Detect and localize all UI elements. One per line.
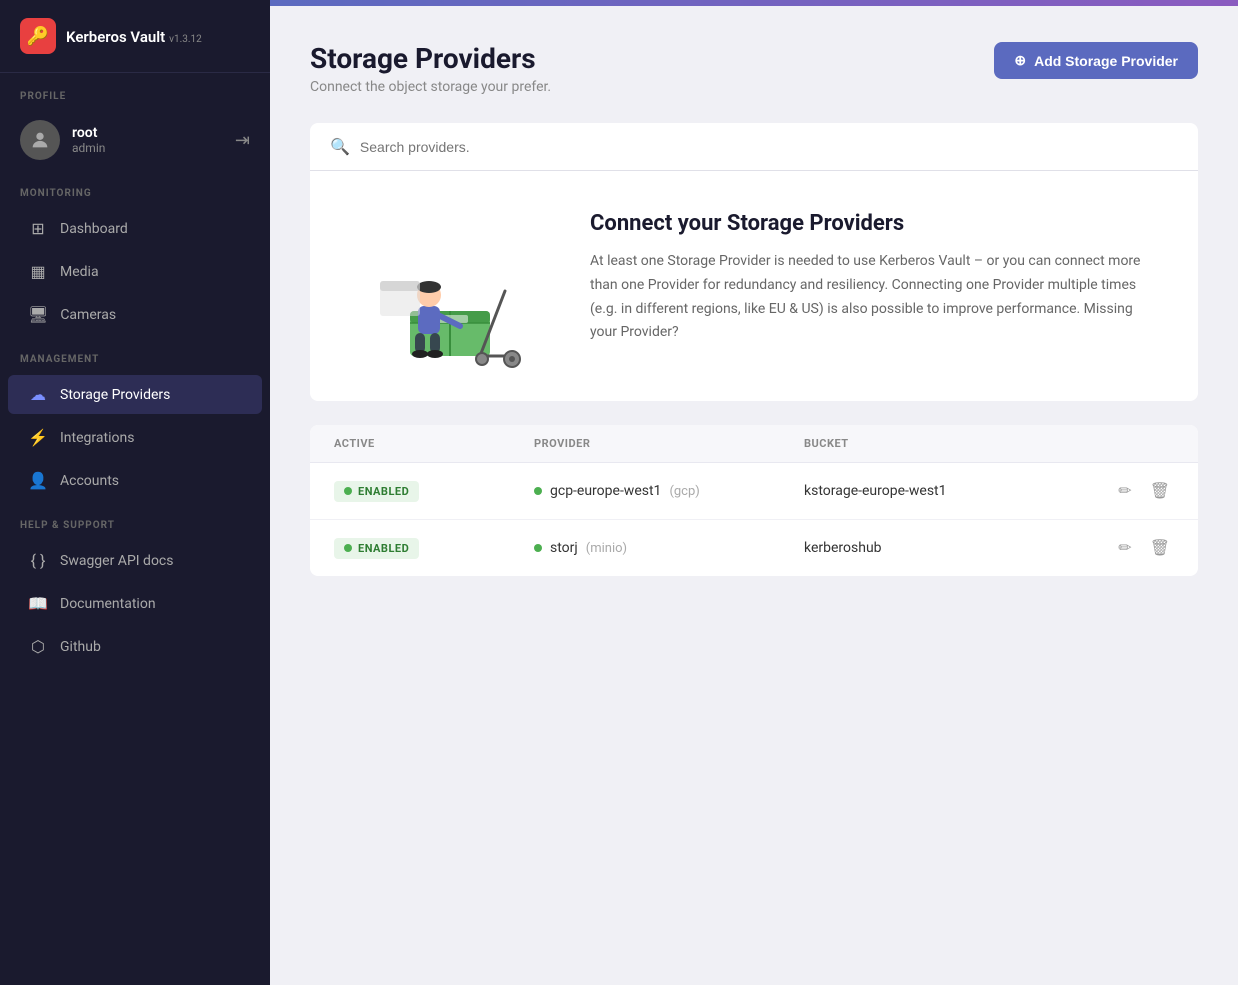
sidebar-item-integrations[interactable]: ⚡ Integrations — [8, 418, 262, 457]
sidebar-item-storage-providers[interactable]: ☁ Storage Providers — [8, 375, 262, 414]
delete-button[interactable]: 🗑 — [1146, 477, 1174, 505]
profile-block: root admin ⇥ — [0, 110, 270, 170]
sidebar-item-documentation[interactable]: 📖 Documentation — [8, 584, 262, 623]
cameras-icon: 🖥 — [28, 305, 48, 324]
info-title: Connect your Storage Providers — [590, 211, 1158, 236]
table-row: ENABLED gcp-europe-west1 (gcp) kstorage-… — [310, 463, 1198, 520]
sidebar-item-docs-label: Documentation — [60, 596, 156, 612]
docs-icon: 📖 — [28, 594, 48, 613]
sidebar-item-accounts-label: Accounts — [60, 473, 119, 489]
add-icon: ⊕ — [1014, 52, 1026, 69]
dashboard-icon: ⊞ — [28, 219, 48, 238]
profile-name: root — [72, 125, 223, 141]
sidebar-item-accounts[interactable]: 👤 Accounts — [8, 461, 262, 500]
row2-bucket: kerberoshub — [804, 540, 1074, 556]
col-active: ACTIVE — [334, 437, 534, 450]
provider-name: storj — [550, 540, 578, 556]
profile-role: admin — [72, 141, 223, 155]
profile-info: root admin — [72, 125, 223, 155]
provider-dot — [534, 544, 542, 552]
add-button-label: Add Storage Provider — [1034, 53, 1178, 69]
status-dot — [344, 544, 352, 552]
row1-status: ENABLED — [334, 480, 534, 502]
sidebar-item-github[interactable]: ⬡ Github — [8, 627, 262, 666]
sidebar-item-storage-label: Storage Providers — [60, 387, 170, 403]
accounts-icon: 👤 — [28, 471, 48, 490]
status-label: ENABLED — [358, 542, 409, 555]
sidebar-item-github-label: Github — [60, 639, 101, 655]
sidebar-item-media-label: Media — [60, 264, 99, 280]
main-content: Storage Providers Connect the object sto… — [270, 0, 1238, 985]
integrations-icon: ⚡ — [28, 428, 48, 447]
providers-table: ACTIVE PROVIDER BUCKET ENABLED gcp-europ… — [310, 425, 1198, 576]
info-text-block: Connect your Storage Providers At least … — [590, 211, 1158, 345]
search-input[interactable] — [360, 139, 600, 155]
status-dot — [344, 487, 352, 495]
sidebar: 🔑 Kerberos Vault v1.3.12 PROFILE root ad… — [0, 0, 270, 985]
provider-type: (gcp) — [669, 484, 699, 499]
app-logo: 🔑 Kerberos Vault v1.3.12 — [0, 0, 270, 73]
provider-type: (minio) — [586, 541, 627, 556]
edit-button[interactable]: ✏ — [1114, 477, 1135, 505]
swagger-icon: { } — [28, 551, 48, 570]
search-icon: 🔍 — [330, 137, 350, 156]
row2-actions: ✏ 🗑 — [1074, 534, 1174, 562]
row2-provider: storj (minio) — [534, 540, 804, 556]
sidebar-item-swagger[interactable]: { } Swagger API docs — [8, 541, 262, 580]
status-badge: ENABLED — [334, 481, 419, 502]
sidebar-item-dashboard[interactable]: ⊞ Dashboard — [8, 209, 262, 248]
page-subtitle: Connect the object storage your prefer. — [310, 79, 551, 95]
profile-section-label: PROFILE — [0, 73, 270, 110]
page-title-block: Storage Providers Connect the object sto… — [310, 42, 551, 95]
search-bar: 🔍 — [310, 123, 1198, 171]
info-desc: At least one Storage Provider is needed … — [590, 250, 1158, 345]
add-storage-provider-button[interactable]: ⊕ Add Storage Provider — [994, 42, 1198, 79]
col-bucket: BUCKET — [804, 437, 1074, 450]
sidebar-item-integrations-label: Integrations — [60, 430, 134, 446]
table-row: ENABLED storj (minio) kerberoshub ✏ 🗑 — [310, 520, 1198, 576]
info-section: Connect your Storage Providers At least … — [310, 171, 1198, 401]
help-section-label: HELP & SUPPORT — [0, 502, 270, 539]
row2-status: ENABLED — [334, 537, 534, 559]
sidebar-item-cameras-label: Cameras — [60, 307, 116, 323]
app-name: Kerberos Vault — [66, 28, 165, 46]
page-title: Storage Providers — [310, 42, 551, 75]
logo-icon: 🔑 — [20, 18, 56, 54]
provider-name: gcp-europe-west1 — [550, 483, 661, 499]
row1-actions: ✏ 🗑 — [1074, 477, 1174, 505]
info-content: Connect your Storage Providers At least … — [350, 211, 1158, 371]
app-version: v1.3.12 — [169, 34, 202, 45]
table-header: ACTIVE PROVIDER BUCKET — [310, 425, 1198, 463]
delete-button[interactable]: 🗑 — [1146, 534, 1174, 562]
illustration — [350, 211, 550, 371]
search-and-info-card: 🔍 — [310, 123, 1198, 401]
monitoring-section-label: MONITORING — [0, 170, 270, 207]
content-area: Storage Providers Connect the object sto… — [270, 6, 1238, 612]
provider-dot — [534, 487, 542, 495]
page-header: Storage Providers Connect the object sto… — [310, 42, 1198, 95]
row1-bucket: kstorage-europe-west1 — [804, 483, 1074, 499]
edit-button[interactable]: ✏ — [1114, 534, 1135, 562]
sidebar-item-cameras[interactable]: 🖥 Cameras — [8, 295, 262, 334]
logout-icon[interactable]: ⇥ — [235, 130, 250, 151]
status-badge: ENABLED — [334, 538, 419, 559]
management-section-label: MANAGEMENT — [0, 336, 270, 373]
col-provider: PROVIDER — [534, 437, 804, 450]
media-icon: ▦ — [28, 262, 48, 281]
col-actions — [1074, 437, 1174, 450]
sidebar-item-swagger-label: Swagger API docs — [60, 553, 174, 569]
github-icon: ⬡ — [28, 637, 48, 656]
status-label: ENABLED — [358, 485, 409, 498]
avatar — [20, 120, 60, 160]
sidebar-item-media[interactable]: ▦ Media — [8, 252, 262, 291]
sidebar-item-dashboard-label: Dashboard — [60, 221, 128, 237]
row1-provider: gcp-europe-west1 (gcp) — [534, 483, 804, 499]
storage-icon: ☁ — [28, 385, 48, 404]
